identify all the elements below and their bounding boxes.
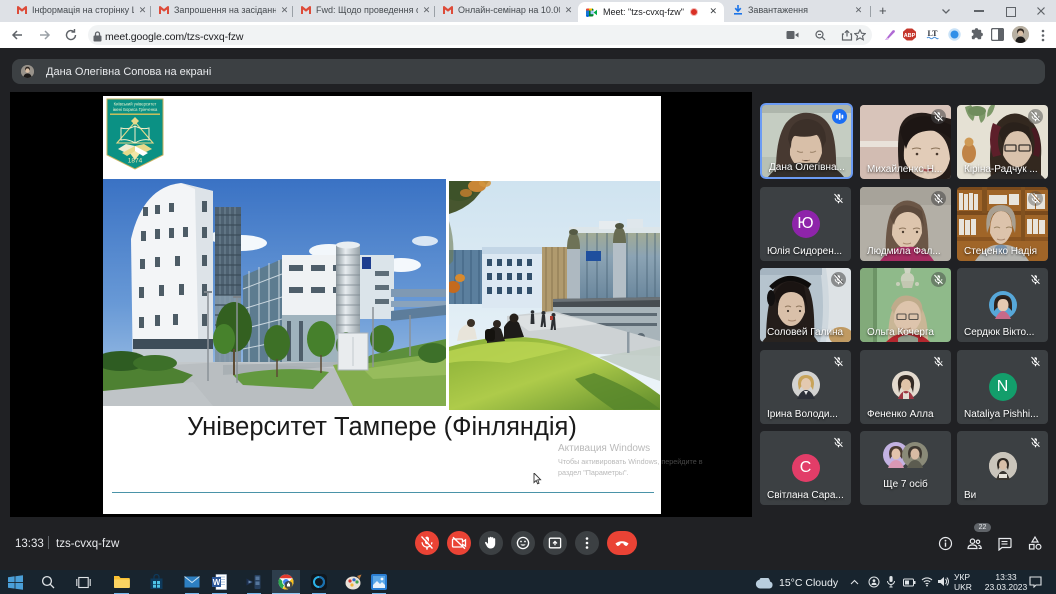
svg-text:ABP: ABP: [904, 33, 916, 39]
svg-text:LT: LT: [928, 29, 939, 38]
svg-text:1874: 1874: [128, 158, 143, 165]
svg-text:Київський університет: Київський університет: [114, 102, 157, 107]
svg-text:імені Бориса Грінченка: імені Бориса Грінченка: [113, 107, 158, 112]
svg-text:W: W: [213, 578, 221, 587]
